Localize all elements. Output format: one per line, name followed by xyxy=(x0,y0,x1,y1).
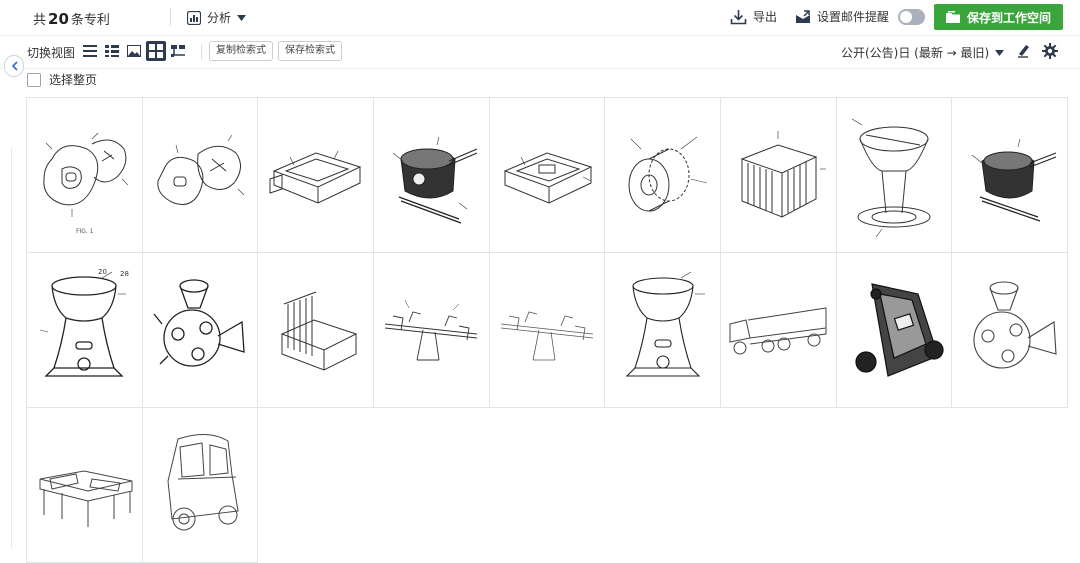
result-item[interactable] xyxy=(605,98,721,253)
count-suffix: 条专利 xyxy=(70,13,110,28)
result-item[interactable] xyxy=(489,98,606,253)
result-item[interactable]: 20 28 xyxy=(27,253,143,408)
result-count: 共 20 条专利 xyxy=(33,9,110,28)
play-yard-drawing: FIG. 1 xyxy=(43,132,129,235)
count-value: 20 xyxy=(48,10,69,28)
detail-list-view-button[interactable] xyxy=(102,41,122,61)
top-bar: 共 20 条专利 分析 导出 设置邮件提醒 保存到工作空间 xyxy=(0,0,1080,36)
analyze-dropdown[interactable]: 分析 xyxy=(187,9,247,26)
crib-cage-drawing xyxy=(280,291,357,371)
grid-icon xyxy=(149,44,163,58)
select-page-row[interactable]: 选择整页 xyxy=(27,71,97,88)
mail-alert-icon xyxy=(796,9,810,23)
copy-query-button[interactable]: 复制检索式 xyxy=(209,41,273,61)
view-switch-label: 切换视图 xyxy=(27,46,76,60)
download-icon xyxy=(730,9,747,24)
highlight-pen-icon[interactable] xyxy=(1015,43,1031,59)
crib-cage-drawing xyxy=(740,131,827,218)
result-item[interactable] xyxy=(720,253,837,408)
funnel-stand-drawing xyxy=(851,118,931,238)
play-yard-drawing xyxy=(157,134,245,205)
save-label: 保存到工作空间 xyxy=(966,10,1051,25)
save-query-button[interactable]: 保存检索式 xyxy=(278,41,342,61)
export-button[interactable]: 导出 xyxy=(730,8,777,25)
divider xyxy=(170,8,171,26)
ball-popper-drawing xyxy=(153,279,245,367)
result-item[interactable]: FIG. 1 xyxy=(27,98,143,253)
export-label: 导出 xyxy=(753,10,778,24)
select-page-checkbox[interactable] xyxy=(27,72,41,87)
truck-drawing xyxy=(729,307,827,355)
chevron-left-icon xyxy=(11,61,18,71)
image-icon xyxy=(127,45,141,57)
sort-dropdown[interactable]: 公开(公告)日 (最新 → 最旧) xyxy=(841,44,1005,61)
results-grid: FIG. 1 20 28 xyxy=(26,97,1068,563)
seesaw-drawing xyxy=(385,299,478,361)
save-to-workspace-button[interactable]: 保存到工作空间 xyxy=(934,4,1063,30)
machine-drawing xyxy=(971,138,1056,222)
sandbox-tray-drawing xyxy=(269,150,361,204)
count-prefix: 共 xyxy=(33,13,47,28)
select-page-label: 选择整页 xyxy=(49,73,98,87)
gear-icon[interactable] xyxy=(1042,43,1058,59)
view-toolbar: 切换视图 复制检索式 保存检索式 公开(公告)日 (最新 → 最旧) xyxy=(0,36,1080,69)
ball-tower-drawing xyxy=(625,271,705,377)
seesaw-drawing xyxy=(500,311,593,361)
result-item[interactable] xyxy=(142,253,259,408)
ride-on-car-drawing xyxy=(167,434,239,531)
ball-tower-drawing: 20 28 xyxy=(40,268,129,377)
ball-popper-drawing xyxy=(973,281,1057,369)
machine-drawing xyxy=(393,136,478,224)
result-item[interactable] xyxy=(258,98,374,253)
sandbox-tray-drawing xyxy=(503,152,593,204)
divider xyxy=(201,44,202,60)
list-view-button[interactable] xyxy=(80,41,100,61)
bar-chart-icon xyxy=(187,10,201,25)
result-item[interactable] xyxy=(489,253,606,408)
tree-icon xyxy=(171,44,185,57)
caret-down-icon xyxy=(237,14,247,21)
walker-drawing xyxy=(855,283,944,377)
tree-view-button[interactable] xyxy=(168,41,188,61)
result-item[interactable] xyxy=(836,253,953,408)
result-item[interactable] xyxy=(27,408,143,563)
image-view-button[interactable] xyxy=(124,41,144,61)
mail-alert-setting[interactable]: 设置邮件提醒 xyxy=(795,8,889,25)
result-item[interactable] xyxy=(605,253,721,408)
result-item[interactable] xyxy=(952,253,1068,408)
sort-label: 公开(公告)日 (最新 → 最旧) xyxy=(841,46,990,60)
result-item[interactable] xyxy=(142,408,259,563)
list-icon xyxy=(83,45,97,57)
result-item[interactable] xyxy=(373,253,490,408)
grid-view-button[interactable] xyxy=(146,41,166,61)
caret-down-icon xyxy=(995,49,1005,56)
result-item[interactable] xyxy=(836,98,953,253)
svg-text:28: 28 xyxy=(120,270,129,278)
wheel-drawing xyxy=(628,136,707,212)
water-table-drawing xyxy=(39,470,133,527)
analyze-label: 分析 xyxy=(207,11,232,25)
collapse-sidebar-button[interactable] xyxy=(4,55,24,77)
toggle-knob xyxy=(900,11,912,23)
mail-alert-toggle[interactable] xyxy=(898,9,925,25)
sidebar-edge xyxy=(11,148,12,548)
result-item[interactable] xyxy=(720,98,837,253)
result-item[interactable] xyxy=(952,98,1068,253)
svg-text:20: 20 xyxy=(98,268,107,276)
fig-caption: FIG. 1 xyxy=(76,228,94,235)
mail-label: 设置邮件提醒 xyxy=(817,10,890,24)
result-item[interactable] xyxy=(142,98,259,253)
view-switcher xyxy=(80,41,188,61)
folder-icon xyxy=(945,11,960,23)
result-item[interactable] xyxy=(373,98,490,253)
result-item[interactable] xyxy=(258,253,374,408)
detail-list-icon xyxy=(105,45,119,57)
